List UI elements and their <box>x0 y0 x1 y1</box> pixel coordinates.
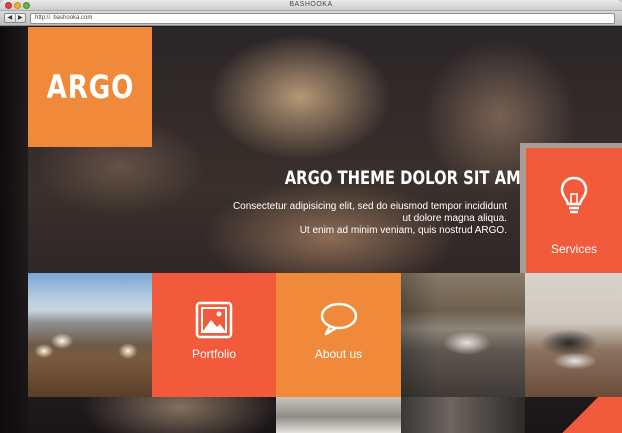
balcony-photo <box>28 273 152 397</box>
services-label: Services <box>550 242 597 256</box>
bottom-photo-1 <box>276 397 401 433</box>
services-tile[interactable]: Services <box>526 148 622 274</box>
image-icon <box>195 301 233 339</box>
portfolio-label: Portfolio <box>191 347 237 361</box>
logo-tile[interactable]: ARGO <box>28 27 152 147</box>
hero-line-2: ut dolore magna aliqua. <box>402 213 507 224</box>
about-label: About us <box>314 347 363 361</box>
page-viewport: ARGO ARGO THEME DOLOR SIT AMET TELASDE C… <box>0 27 622 433</box>
speech-bubble-icon <box>320 302 357 336</box>
about-tile[interactable]: About us <box>276 273 401 397</box>
hero-title: ARGO THEME DOLOR SIT AMET TELASDE <box>190 167 621 189</box>
lightbulb-icon <box>560 176 588 214</box>
address-bar[interactable]: http://. bashooka.com <box>30 13 615 24</box>
portfolio-tile[interactable]: Portfolio <box>152 273 276 397</box>
title-bar: BASHOOKA <box>0 0 622 11</box>
dining-room-photo <box>401 273 525 397</box>
back-arrow-icon[interactable]: ◀ <box>5 14 15 22</box>
background-shade <box>0 27 28 433</box>
window-title: BASHOOKA <box>289 1 333 8</box>
hero-line-3: Ut enim ad minim veniam, quis nostrud AR… <box>299 225 507 236</box>
hero-subtitle: Consectetur adipisicing elit, sed do eiu… <box>200 201 507 237</box>
browser-toolbar: ◀ ▶ http://. bashooka.com <box>0 11 622 26</box>
forward-arrow-icon[interactable]: ▶ <box>14 14 26 22</box>
hero-line-1: Consectetur adipisicing elit, sed do eiu… <box>232 201 507 212</box>
nav-buttons: ◀ ▶ <box>4 13 26 23</box>
browser-window: BASHOOKA ◀ ▶ http://. bashooka.com ARGO … <box>0 0 622 433</box>
logo: ARGO <box>46 68 134 106</box>
bottom-corner-tile[interactable] <box>525 397 622 433</box>
bottom-photo-2 <box>401 397 525 433</box>
living-room-photo <box>525 273 622 397</box>
